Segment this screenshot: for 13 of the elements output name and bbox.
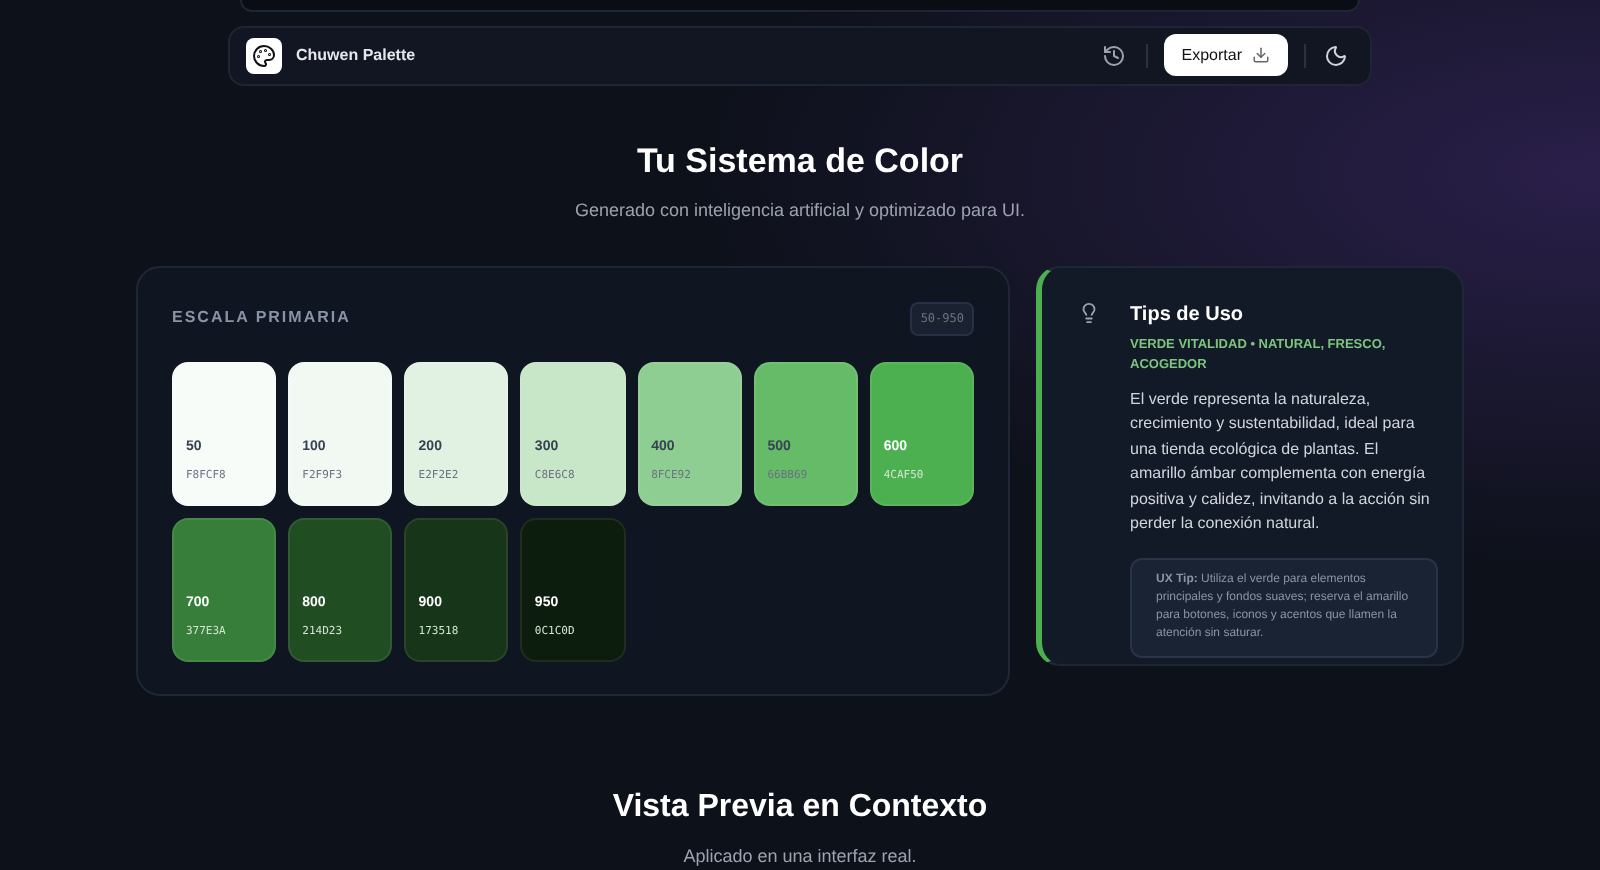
app-title: Chuwen Palette [296, 43, 416, 68]
export-button[interactable]: Exportar [1163, 34, 1288, 77]
download-icon [1252, 46, 1270, 65]
preview-subtitle: Aplicado en una interfaz real. [683, 843, 917, 870]
section-subtitle: Generado con inteligencia artificial y optimizado para UI. [574, 198, 1026, 224]
tips-title: Tips de Uso [1130, 301, 1245, 329]
scale-title: ESCALA PRIMARIA [172, 306, 351, 330]
palette-icon [246, 37, 282, 74]
preview-title: Vista Previa en Contexto [612, 787, 988, 827]
history-icon[interactable] [1101, 43, 1126, 68]
section-title: Tu Sistema de Color [636, 139, 964, 183]
lightbulb-icon [1078, 301, 1100, 325]
tips-body: El verde representa la naturaleza, crecimiento y sustentabilidad, ideal para una tienda ecológica de plantas. El amarillo ámbar complementa con energía positiva y calidez, invitando a la acción sin perder la conexión natural. [1130, 387, 1432, 536]
